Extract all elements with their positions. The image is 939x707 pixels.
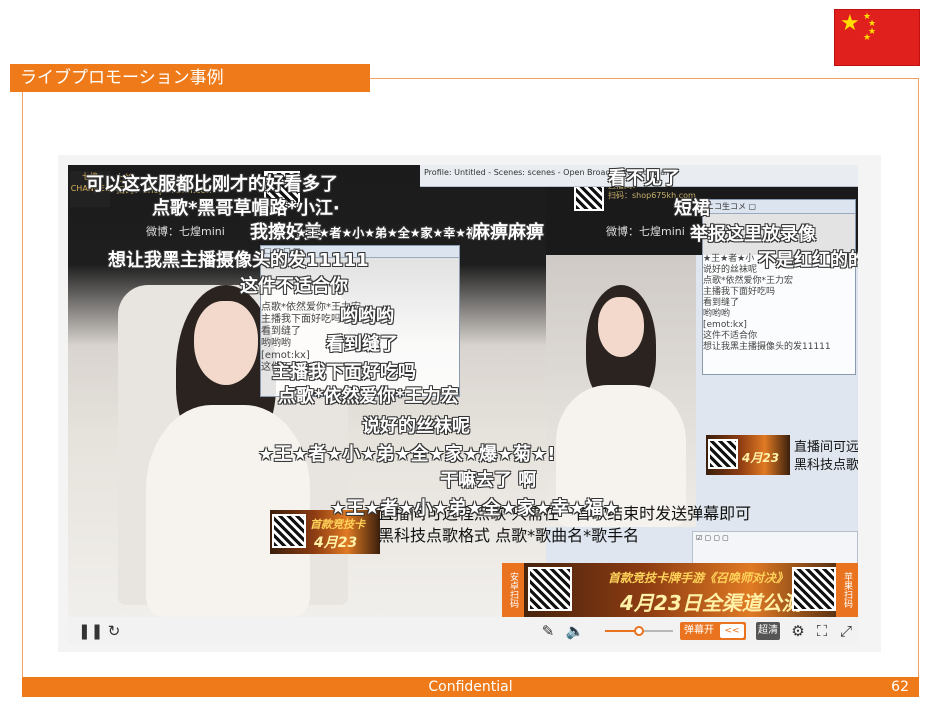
small-ad-banner-right[interactable]: 4月23 bbox=[706, 435, 790, 475]
qr-code-icon bbox=[792, 567, 836, 611]
ad-date: 4月23 bbox=[742, 451, 780, 465]
danmaku-comment: 这件不适合你 bbox=[240, 276, 348, 297]
chat-line: 主播我下面好吃吗 bbox=[703, 287, 776, 297]
danmaku-comment: 可以这衣服都比刚才的好看多了 bbox=[86, 174, 338, 195]
right-streamer-photo bbox=[546, 255, 696, 527]
danmaku-comment: 干嘛去了 啊 bbox=[440, 470, 537, 491]
ad-headline: 首款竞技卡牌手游《召唤师对决》 bbox=[608, 571, 789, 585]
notice-line: 直播间可远 bbox=[794, 440, 858, 455]
notice-line: 黑科技点歌 bbox=[794, 458, 858, 473]
slide-title: ライブプロモーション事例 bbox=[10, 64, 370, 92]
chat-line: 看到缝了 bbox=[703, 298, 740, 308]
ad-date: 4月23日全渠道公测 bbox=[620, 591, 802, 615]
ios-scan-tag: 苹果扫码 bbox=[836, 563, 858, 617]
right-weibo-label: 微博：七煌mini bbox=[606, 225, 685, 238]
video-player[interactable]: 七煌 CHANNEL 七娘 扫码：shop675kh.com 微博：七煌mini … bbox=[58, 155, 881, 652]
qr-code-icon bbox=[528, 567, 572, 611]
danmaku-comment: 点歌*黑哥草帽路*小江· bbox=[152, 198, 340, 219]
quality-button[interactable]: 超清 bbox=[756, 622, 780, 640]
player-control-bar: ❚❚ ↻ ✎ 🔈 弹幕开 << 超清 ⚙ ⛶ ⤢ bbox=[68, 617, 858, 645]
fullscreen-window-icon[interactable]: ⛶ bbox=[812, 621, 832, 641]
danmaku-toggle[interactable]: 弹幕开 << bbox=[680, 622, 746, 640]
danmaku-comment: ★王★者★小★弟★全★家★爆★菊★! bbox=[258, 444, 556, 465]
frame-right-line bbox=[918, 78, 919, 677]
chat-line: 这件不适合你 bbox=[703, 331, 758, 341]
danmaku-comment: 点歌*依然爱你*王力宏 bbox=[278, 386, 459, 407]
video-frame[interactable]: 七煌 CHANNEL 七娘 扫码：shop675kh.com 微博：七煌mini … bbox=[68, 165, 858, 617]
volume-knob[interactable] bbox=[634, 626, 644, 636]
frame-left-line bbox=[22, 92, 23, 677]
slide-footer: Confidential 62 bbox=[22, 677, 919, 697]
page-number: 62 bbox=[891, 679, 909, 695]
danmaku-switch[interactable]: << bbox=[720, 624, 744, 638]
danmaku-comment: 想让我黑主播摄像头的发11111 bbox=[108, 250, 369, 271]
chat-line: 想让我黑主播摄像头的发11111 bbox=[703, 342, 831, 352]
chat-line: 哟哟哟 bbox=[703, 309, 731, 319]
danmaku-comment: 看到缝了 bbox=[326, 334, 398, 355]
volume-icon[interactable]: 🔈 bbox=[564, 621, 586, 641]
fullscreen-icon[interactable]: ⤢ bbox=[836, 621, 856, 641]
android-scan-tag: 安卓扫码 bbox=[502, 563, 524, 617]
danmaku-comment: 主播我下面好吃吗 bbox=[272, 362, 416, 383]
danmaku-toggle-label: 弹幕开 bbox=[684, 625, 714, 636]
danmaku-comment: 短裙 bbox=[674, 198, 710, 219]
china-flag-icon: ★ ★ ★ ★ ★ bbox=[834, 9, 920, 66]
danmaku-comment: 说好的丝袜呢 bbox=[362, 416, 470, 437]
chat-line: 点歌*依然爱你*王力宏 bbox=[703, 276, 794, 286]
gear-icon[interactable]: ⚙ bbox=[788, 621, 808, 641]
ad-date: 4月23 bbox=[314, 535, 358, 551]
danmaku-comment: 看不见了 bbox=[608, 168, 680, 189]
danmaku-comment: 举报这里放录像 bbox=[690, 224, 816, 245]
footer-confidential: Confidential bbox=[428, 679, 513, 695]
danmaku-comment: ★王★者★小★弟★全★家★幸★福★ bbox=[330, 498, 620, 519]
danmaku-comment: 不是红红的的 bbox=[758, 250, 858, 271]
danmaku-comment: ★王★者★小★弟★全★家★幸★福★ bbox=[296, 226, 489, 240]
left-weibo-label: 微博：七煌mini bbox=[146, 225, 225, 238]
frame-top-line bbox=[370, 78, 919, 79]
edit-icon[interactable]: ✎ bbox=[538, 621, 558, 641]
pause-icon[interactable]: ❚❚ bbox=[78, 621, 103, 641]
game-ad-banner[interactable]: 安卓扫码 首款竞技卡牌手游《召唤师对决》 4月23日全渠道公测 苹果扫码 bbox=[502, 563, 858, 617]
danmaku-comment: 哟哟哟 bbox=[340, 306, 394, 327]
chat-line: [emot:kx] bbox=[703, 320, 747, 330]
danmaku-comment: 麻痹麻痹 bbox=[472, 222, 544, 243]
refresh-icon[interactable]: ↻ bbox=[104, 621, 124, 641]
right-notice: 直播间可远 黑科技点歌 bbox=[794, 439, 858, 475]
volume-slider[interactable] bbox=[605, 626, 673, 636]
